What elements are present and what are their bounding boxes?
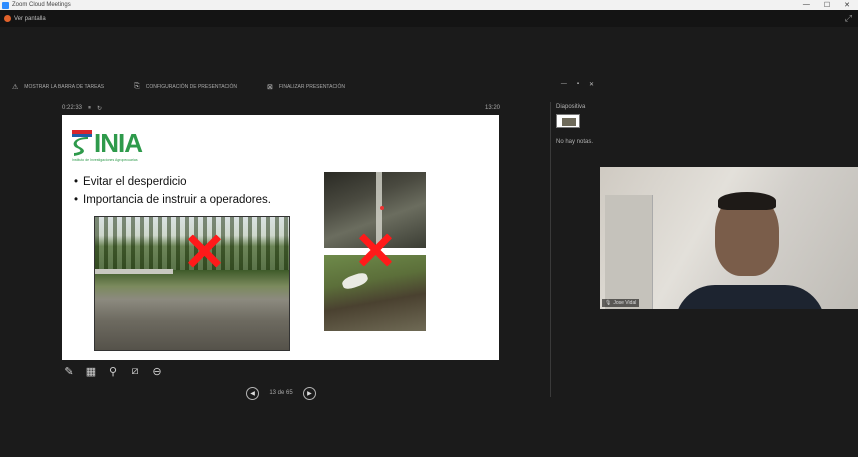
- next-slide-title: Diapositiva: [556, 104, 586, 110]
- see-all-slides-icon[interactable]: ▦: [84, 364, 98, 378]
- share-status-icon: [4, 15, 11, 22]
- window-titlebar: Zoom Cloud Meetings — ☐ ✕: [0, 0, 858, 10]
- participant-video[interactable]: 🎙 Jose Vidal: [600, 167, 858, 309]
- display-icon: ⎘: [134, 83, 140, 90]
- zoom-app-icon: [2, 1, 9, 9]
- warning-icon: ⚠: [12, 84, 19, 91]
- stop-icon: ⊠: [267, 84, 273, 91]
- end-show-label: FINALIZAR PRESENTACIÓN: [278, 84, 345, 90]
- video-door: [605, 195, 653, 309]
- fullscreen-icon[interactable]: ⤢: [845, 13, 852, 24]
- logo-wordmark: INIA: [94, 128, 143, 158]
- window-title: Zoom Cloud Meetings: [12, 2, 71, 8]
- current-slide[interactable]: INIA Instituto de Investigaciones Agrope…: [62, 115, 499, 360]
- camera-off-icon[interactable]: ⧄: [128, 364, 142, 378]
- end-show-button[interactable]: ⊠ FINALIZAR PRESENTACIÓN: [267, 83, 345, 91]
- show-taskbar-button[interactable]: ⚠ MOSTRAR LA BARRA DE TAREAS: [12, 83, 104, 91]
- presenter-restore-button[interactable]: ▪: [577, 81, 579, 88]
- share-label[interactable]: Ver pantalla: [14, 16, 46, 22]
- share-bar: Ver pantalla ⤢: [0, 10, 858, 27]
- photo-pipe: [95, 269, 173, 274]
- close-button[interactable]: ✕: [844, 1, 850, 9]
- window-controls: — ☐ ✕: [803, 1, 858, 9]
- presenter-close-button[interactable]: ✕: [589, 81, 594, 88]
- pause-icon[interactable]: ⏸: [88, 105, 91, 112]
- notes-text: No hay notas.: [556, 139, 594, 145]
- photo-splash: [340, 270, 370, 292]
- current-time: 13:20: [484, 105, 500, 111]
- display-settings-label: CONFIGURACIÓN DE PRESENTACIÓN: [145, 84, 238, 90]
- red-cross-icon: [186, 233, 222, 269]
- red-cross-icon: [357, 232, 393, 268]
- video-person-body: [675, 285, 825, 309]
- maximize-button[interactable]: ☐: [824, 1, 830, 9]
- timer-row: 0:22:33 ⏸ ↻ 13:20: [62, 103, 500, 113]
- next-slide-button[interactable]: ▶: [302, 386, 316, 400]
- more-options-icon[interactable]: ⊖: [150, 364, 164, 378]
- previous-slide-button[interactable]: ◀: [246, 386, 259, 400]
- presenter-minimize-button[interactable]: —: [561, 81, 567, 88]
- slide-navigation: ◀ 13 de 65 ▶: [246, 386, 316, 400]
- photo-marker: [380, 206, 384, 210]
- participant-name-tag: 🎙 Jose Vidal: [602, 299, 640, 307]
- minimize-button[interactable]: —: [803, 1, 810, 9]
- presenter-window-controls: — ▪ ✕: [561, 81, 594, 88]
- slide-tools: ✎ ▦ ⚲ ⧄ ⊖: [62, 364, 164, 378]
- zoom-icon[interactable]: ⚲: [106, 364, 120, 378]
- bullet-item: Evitar el desperdicio: [74, 173, 271, 191]
- participant-name: Jose Vidal: [613, 300, 637, 306]
- elapsed-timer: 0:22:33: [62, 105, 83, 111]
- presenter-toolbar: ⚠ MOSTRAR LA BARRA DE TAREAS ⎘ CONFIGURA…: [12, 81, 600, 93]
- inia-logo-mark: [72, 130, 92, 156]
- display-settings-button[interactable]: ⎘ CONFIGURACIÓN DE PRESENTACIÓN: [134, 83, 237, 91]
- show-taskbar-label: MOSTRAR LA BARRA DE TAREAS: [24, 84, 105, 90]
- slide-counter: 13 de 65: [269, 390, 293, 396]
- logo-tagline: Instituto de Investigaciones Agropecuari…: [72, 158, 138, 162]
- bullet-item: Importancia de instruir a operadores.: [74, 191, 271, 209]
- mic-muted-icon: 🎙: [605, 300, 612, 306]
- next-slide-panel: Diapositiva No hay notas.: [556, 104, 596, 147]
- video-person-hair: [718, 192, 776, 210]
- inia-logo: INIA Instituto de Investigaciones Agrope…: [72, 125, 170, 165]
- next-slide-thumbnail[interactable]: [556, 114, 580, 128]
- slide-bullets: Evitar el desperdicio Importancia de ins…: [74, 173, 271, 209]
- panel-divider[interactable]: [550, 102, 551, 397]
- reset-icon[interactable]: ↻: [97, 105, 102, 112]
- pen-icon[interactable]: ✎: [62, 364, 76, 378]
